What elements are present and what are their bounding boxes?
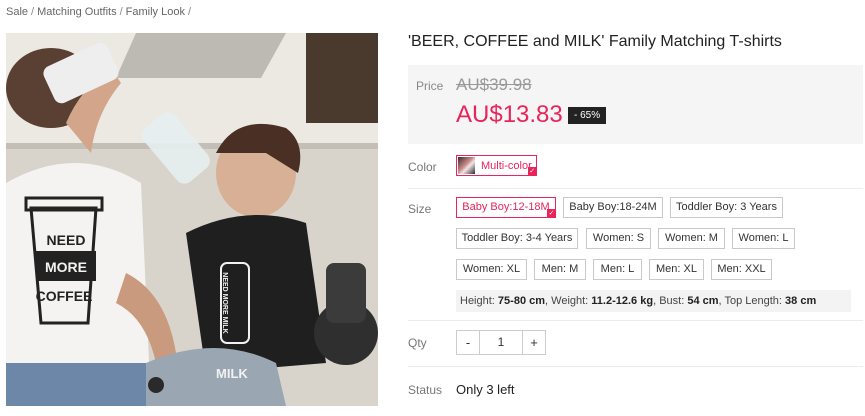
mug-print-text-2: MORE <box>45 259 87 275</box>
quantity-stepper: - 1 + <box>456 330 546 355</box>
size-option-men-xxl[interactable]: Men: XXL <box>711 259 772 280</box>
size-option-label: Women: XL <box>462 263 521 275</box>
size-option-women-xl[interactable]: Women: XL <box>456 259 527 280</box>
product-image[interactable]: NEED MORE COFFEE NEED MORE MILK MILK <box>6 33 378 406</box>
color-swatch <box>458 157 475 174</box>
size-option-label: Men: XL <box>656 263 697 275</box>
size-option-women-s[interactable]: Women: S <box>586 228 651 249</box>
breadcrumb-separator: / <box>187 6 191 18</box>
size-option-label: Toddler Boy: 3 Years <box>676 201 777 213</box>
breadcrumb-family-look[interactable]: Family Look <box>126 6 185 18</box>
size-option-label: Men: M <box>541 263 579 275</box>
breadcrumb-matching-outfits[interactable]: Matching Outfits <box>37 6 116 18</box>
price-box: Price AU$39.98 AU$13.83 - 65% <box>408 65 863 144</box>
bust-label: Bust: <box>659 295 685 307</box>
size-option-label: Women: L <box>738 232 789 244</box>
size-option-men-l[interactable]: Men: L <box>593 259 642 280</box>
size-label: Size <box>408 202 432 216</box>
weight-label: Weight: <box>551 295 589 307</box>
size-option-label: Baby Boy:12-18M <box>462 201 550 213</box>
size-option-label: Women: M <box>665 232 718 244</box>
stock-status: Only 3 left <box>456 382 515 397</box>
height-label: Height: <box>460 295 495 307</box>
size-option-toddler-boy-3-4-years[interactable]: Toddler Boy: 3-4 Years <box>456 228 578 249</box>
size-option-label: Men: L <box>600 263 635 275</box>
product-photo-illustration: NEED MORE COFFEE NEED MORE MILK MILK <box>6 33 378 406</box>
size-option-label: Women: S <box>592 232 645 244</box>
check-icon: ✓ <box>527 167 537 176</box>
divider <box>408 188 863 189</box>
size-option-baby-boy-18-24m[interactable]: Baby Boy:18-24M <box>563 197 663 218</box>
color-label: Color <box>408 160 437 174</box>
size-option-toddler-boy-3-years[interactable]: Toddler Boy: 3 Years <box>670 197 783 218</box>
mug-print-text-1: NEED <box>47 232 86 248</box>
size-option-women-m[interactable]: Women: M <box>658 228 725 249</box>
size-option-men-m[interactable]: Men: M <box>534 259 586 280</box>
size-option-men-xl[interactable]: Men: XL <box>649 259 704 280</box>
size-measurements: Height: 75-80 cm, Weight: 11.2-12.6 kg, … <box>456 290 851 312</box>
bottle-print-text: NEED MORE MILK <box>221 272 228 333</box>
breadcrumb-separator: / <box>31 6 35 18</box>
status-label: Status <box>408 383 443 397</box>
size-option-women-l[interactable]: Women: L <box>732 228 795 249</box>
qty-input[interactable]: 1 <box>479 331 523 354</box>
breadcrumb-separator: / <box>119 6 123 18</box>
color-option-label: Multi-color <box>481 159 532 172</box>
weight-value: 11.2-12.6 kg <box>591 295 654 307</box>
size-option-baby-boy-12-18m[interactable]: Baby Boy:12-18M ✓ <box>456 197 556 218</box>
mug-print-text-3: COFFEE <box>36 288 93 304</box>
divider <box>408 366 863 367</box>
sale-price: AU$13.83 <box>456 101 563 128</box>
top-length-label: Top Length: <box>724 295 782 307</box>
divider <box>408 320 863 321</box>
pants-print-text: MILK <box>216 366 248 381</box>
bust-value: 54 cm <box>687 295 719 307</box>
size-option-label: Toddler Boy: 3-4 Years <box>461 232 573 244</box>
breadcrumb: Sale / Matching Outfits / Family Look / <box>6 6 194 18</box>
discount-badge: - 65% <box>568 107 607 124</box>
size-option-label: Men: XXL <box>717 263 766 275</box>
product-title: 'BEER, COFFEE and MILK' Family Matching … <box>408 33 782 50</box>
color-option-multi-color[interactable]: Multi-color ✓ <box>456 155 537 176</box>
check-icon: ✓ <box>547 209 556 218</box>
qty-decrease-button[interactable]: - <box>457 331 479 354</box>
qty-label: Qty <box>408 336 427 350</box>
breadcrumb-sale[interactable]: Sale <box>6 6 28 18</box>
original-price: AU$39.98 <box>456 75 532 94</box>
height-value: 75-80 cm <box>497 295 546 307</box>
size-option-label: Baby Boy:18-24M <box>569 201 657 213</box>
price-label: Price <box>416 79 444 93</box>
qty-increase-button[interactable]: + <box>523 331 545 354</box>
top-length-value: 38 cm <box>785 295 817 307</box>
